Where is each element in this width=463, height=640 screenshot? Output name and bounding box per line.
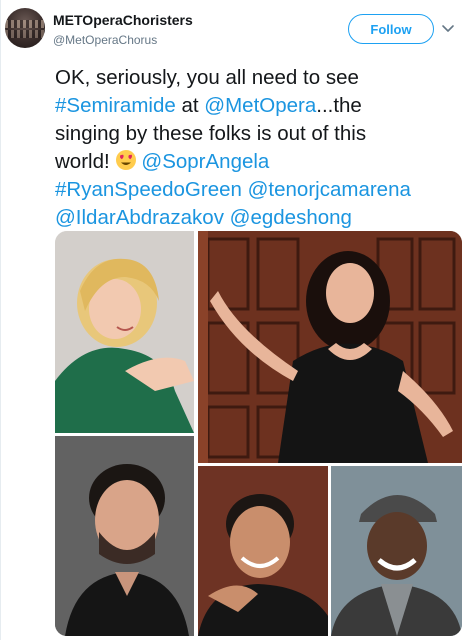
chevron-down-icon[interactable] [440,20,456,36]
mention-link[interactable]: @tenorjcamarena [248,178,411,201]
mention-link[interactable]: @IldarAbdrazakov [55,206,224,229]
follow-button[interactable]: Follow [348,14,434,44]
tweet-card: METOperaChoristers @MetOperaChorus Follo… [0,0,463,640]
tweet-text-line: #RyanSpeedoGreen @tenorjcamarena [55,176,455,204]
tweet-text-line: OK, seriously, you all need to see [55,64,455,92]
tweet-text: OK, seriously, you all need to see #Semir… [55,64,455,232]
tweet-text-segment: at [175,94,205,117]
mention-link[interactable]: @egdeshong [230,206,352,229]
avatar[interactable] [5,8,45,48]
photo-man-smiling-leaning[interactable] [198,466,328,636]
mention-link[interactable]: @MetOpera [204,94,316,117]
photo-man-gray-cap-vest[interactable] [331,466,462,636]
tweet-text-line: world! @SoprAngela [55,148,455,176]
tweet-text-segment: OK, seriously, you all need to see [55,66,359,89]
display-name[interactable]: METOperaChoristers [53,12,193,28]
hashtag-link[interactable]: #Semiramide [55,94,176,117]
tweet-text-line: singing by these folks is out of this [55,120,455,148]
tweet-text-segment: singing by these folks is out of this [55,122,367,145]
mention-link[interactable]: @SoprAngela [141,150,269,173]
photo-blonde-woman-green-dress[interactable] [55,231,194,433]
media-grid [55,231,462,636]
heart-eyes-emoji [116,150,137,170]
hashtag-link[interactable]: #RyanSpeedoGreen [55,178,242,201]
tweet-text-segment: world! [55,150,116,173]
tweet-header: METOperaChoristers @MetOperaChorus Follo… [1,0,463,56]
user-handle[interactable]: @MetOperaChorus [53,33,157,47]
photo-man-dark-shirt[interactable] [55,436,194,636]
tweet-text-line: #Semiramide at @MetOpera...the [55,92,455,120]
tweet-text-segment: ...the [316,94,362,117]
photo-woman-black-dress-wood-door[interactable] [198,231,462,463]
tweet-text-line: @IldarAbdrazakov @egdeshong [55,204,455,232]
